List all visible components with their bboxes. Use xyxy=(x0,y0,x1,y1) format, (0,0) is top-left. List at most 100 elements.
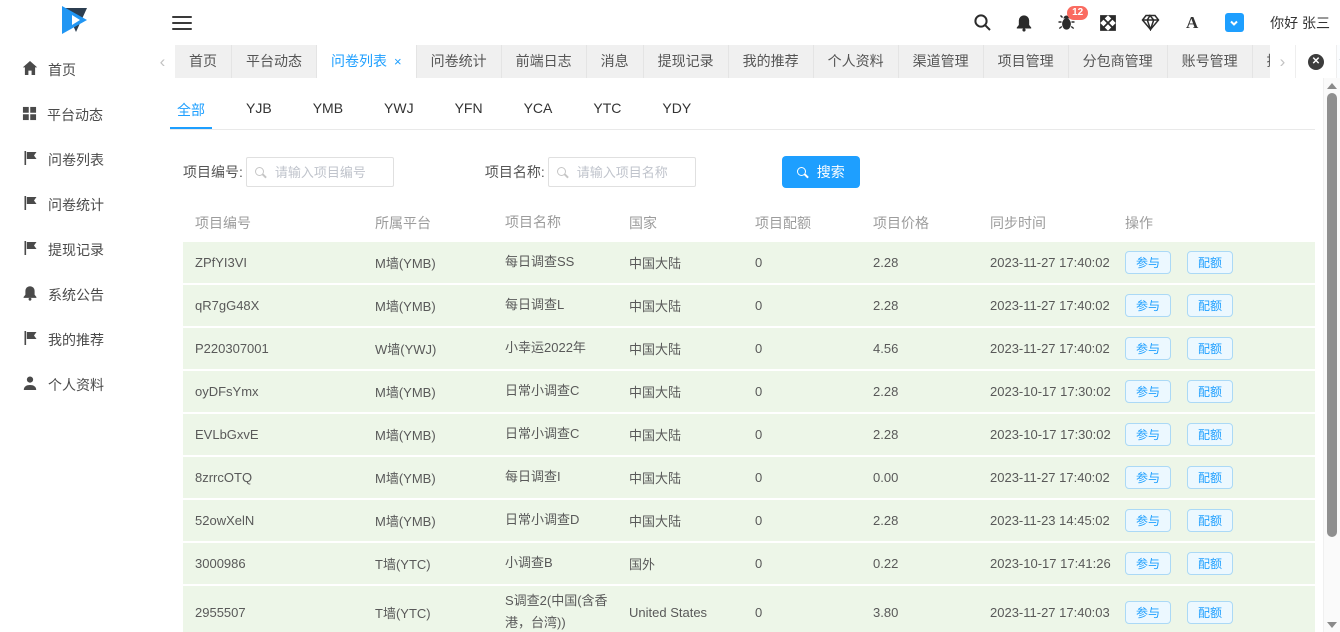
cell-platform: M墙(YMB) xyxy=(375,296,505,315)
vertical-scrollbar[interactable] xyxy=(1323,78,1340,632)
filter-tab-全部[interactable]: 全部 xyxy=(170,92,212,129)
cell-quota: 0 xyxy=(755,427,873,442)
sidebar-item-5[interactable]: 系统公告 xyxy=(0,272,150,317)
sidebar-item-3[interactable]: 问卷统计 xyxy=(0,182,150,227)
sidebar-item-2[interactable]: 问卷列表 xyxy=(0,137,150,182)
hamburger-menu-icon[interactable] xyxy=(172,16,192,30)
quota-button[interactable]: 配额 xyxy=(1187,466,1233,489)
join-button[interactable]: 参与 xyxy=(1125,294,1171,317)
fullscreen-icon[interactable] xyxy=(1098,13,1118,33)
page-tab-2[interactable]: 问卷列表 × xyxy=(317,45,417,78)
join-button[interactable]: 参与 xyxy=(1125,509,1171,532)
page-tab-13[interactable]: 提现管理 xyxy=(1253,45,1270,78)
sidebar-item-1[interactable]: 平台动态 xyxy=(0,92,150,137)
user-greeting[interactable]: 你好 张三 xyxy=(1270,13,1330,33)
quota-button[interactable]: 配额 xyxy=(1187,552,1233,575)
avatar-dropdown[interactable] xyxy=(1224,13,1244,33)
table-header-row: 项目编号所属平台项目名称国家项目配额项目价格同步时间操作 xyxy=(183,204,1315,242)
project-no-input[interactable] xyxy=(275,165,385,180)
search-icon[interactable] xyxy=(972,13,992,33)
sidebar-item-label: 系统公告 xyxy=(48,285,104,305)
page-tab-3[interactable]: 问卷统计 xyxy=(417,45,502,78)
cell-country: 中国大陆 xyxy=(629,468,755,487)
tab-label: 平台动态 xyxy=(246,53,302,69)
join-button[interactable]: 参与 xyxy=(1125,552,1171,575)
cell-quota: 0 xyxy=(755,341,873,356)
quota-button[interactable]: 配额 xyxy=(1187,380,1233,403)
join-button[interactable]: 参与 xyxy=(1125,423,1171,446)
filter-tab-YTC[interactable]: YTC xyxy=(586,92,628,129)
filter-tab-YMB[interactable]: YMB xyxy=(306,92,350,129)
join-button[interactable]: 参与 xyxy=(1125,251,1171,274)
quota-button[interactable]: 配额 xyxy=(1187,601,1233,624)
app-logo[interactable] xyxy=(0,0,150,45)
column-header-0: 项目编号 xyxy=(195,213,375,233)
cell-country: United States xyxy=(629,605,755,620)
page-tab-0[interactable]: 首页 xyxy=(175,45,232,78)
quota-button[interactable]: 配额 xyxy=(1187,509,1233,532)
tab-scroll-left-icon[interactable]: ‹ xyxy=(150,45,175,78)
page-tab-1[interactable]: 平台动态 xyxy=(232,45,317,78)
cell-platform: M墙(YMB) xyxy=(375,253,505,272)
quota-button[interactable]: 配额 xyxy=(1187,423,1233,446)
notification-badge: 12 xyxy=(1067,6,1088,20)
sidebar-item-0[interactable]: 首页 xyxy=(0,47,150,92)
filter-tab-YCA[interactable]: YCA xyxy=(517,92,560,129)
sidebar-item-4[interactable]: 提现记录 xyxy=(0,227,150,272)
column-header-7: 操作 xyxy=(1125,213,1315,233)
table-body: ZPfYI3VIM墙(YMB)每日调查SS中国大陆02.282023-11-27… xyxy=(183,242,1315,632)
quota-button[interactable]: 配额 xyxy=(1187,337,1233,360)
sidebar-item-label: 我的推荐 xyxy=(48,330,104,350)
filter-tab-YFN[interactable]: YFN xyxy=(448,92,490,129)
scrollbar-thumb[interactable] xyxy=(1327,93,1337,537)
filter-tab-YWJ[interactable]: YWJ xyxy=(377,92,421,129)
bell-icon xyxy=(22,285,38,304)
column-header-4: 项目配额 xyxy=(755,213,873,233)
page-tab-4[interactable]: 前端日志 xyxy=(502,45,587,78)
tab-label: 问卷列表 xyxy=(331,53,387,69)
project-name-input[interactable] xyxy=(577,165,687,180)
page-tab-8[interactable]: 个人资料 xyxy=(814,45,899,78)
table-row: ZPfYI3VIM墙(YMB)每日调查SS中国大陆02.282023-11-27… xyxy=(183,242,1315,283)
page-tab-9[interactable]: 渠道管理 xyxy=(899,45,984,78)
cell-quota: 0 xyxy=(755,255,873,270)
page-tab-6[interactable]: 提现记录 xyxy=(644,45,729,78)
cell-platform: M墙(YMB) xyxy=(375,468,505,487)
filter-tab-YDY[interactable]: YDY xyxy=(655,92,698,129)
join-button[interactable]: 参与 xyxy=(1125,380,1171,403)
cell-country: 国外 xyxy=(629,554,755,573)
sidebar-item-6[interactable]: 我的推荐 xyxy=(0,317,150,362)
cell-actions: 参与配额 xyxy=(1125,509,1315,532)
bug-icon[interactable]: 12 xyxy=(1056,13,1076,33)
cell-quota: 0 xyxy=(755,556,873,571)
page-tab-5[interactable]: 消息 xyxy=(587,45,644,78)
sidebar-item-label: 提现记录 xyxy=(48,240,104,260)
page-tab-11[interactable]: 分包商管理 xyxy=(1069,45,1168,78)
diamond-icon[interactable] xyxy=(1140,13,1160,33)
scrollbar-down-arrow-icon[interactable] xyxy=(1327,622,1337,628)
cell-country: 中国大陆 xyxy=(629,511,755,530)
close-all-tabs-button[interactable]: ✕ xyxy=(1295,45,1337,78)
quota-button[interactable]: 配额 xyxy=(1187,294,1233,317)
cell-project_no: qR7gG48X xyxy=(195,298,375,313)
search-button[interactable]: 搜索 xyxy=(782,156,860,188)
sidebar-item-7[interactable]: 个人资料 xyxy=(0,362,150,407)
cell-platform: T墙(YTC) xyxy=(375,603,505,622)
cell-project_name: 小调查B xyxy=(505,552,629,574)
quota-button[interactable]: 配额 xyxy=(1187,251,1233,274)
cell-sync_time: 2023-10-17 17:30:02 xyxy=(990,427,1125,442)
page-tab-7[interactable]: 我的推荐 xyxy=(729,45,814,78)
tab-scroll-right-icon[interactable]: › xyxy=(1270,45,1295,78)
tab-label: 项目管理 xyxy=(998,53,1054,69)
filter-tab-YJB[interactable]: YJB xyxy=(239,92,279,129)
join-button[interactable]: 参与 xyxy=(1125,466,1171,489)
page-tab-10[interactable]: 项目管理 xyxy=(984,45,1069,78)
join-button[interactable]: 参与 xyxy=(1125,601,1171,624)
font-size-icon[interactable]: A xyxy=(1182,13,1202,33)
page-tab-12[interactable]: 账号管理 xyxy=(1168,45,1253,78)
join-button[interactable]: 参与 xyxy=(1125,337,1171,360)
tab-close-icon[interactable]: × xyxy=(394,54,402,69)
bell-icon[interactable] xyxy=(1014,13,1034,33)
cell-project_name: 每日调查L xyxy=(505,294,629,316)
scrollbar-up-arrow-icon[interactable] xyxy=(1327,83,1337,89)
